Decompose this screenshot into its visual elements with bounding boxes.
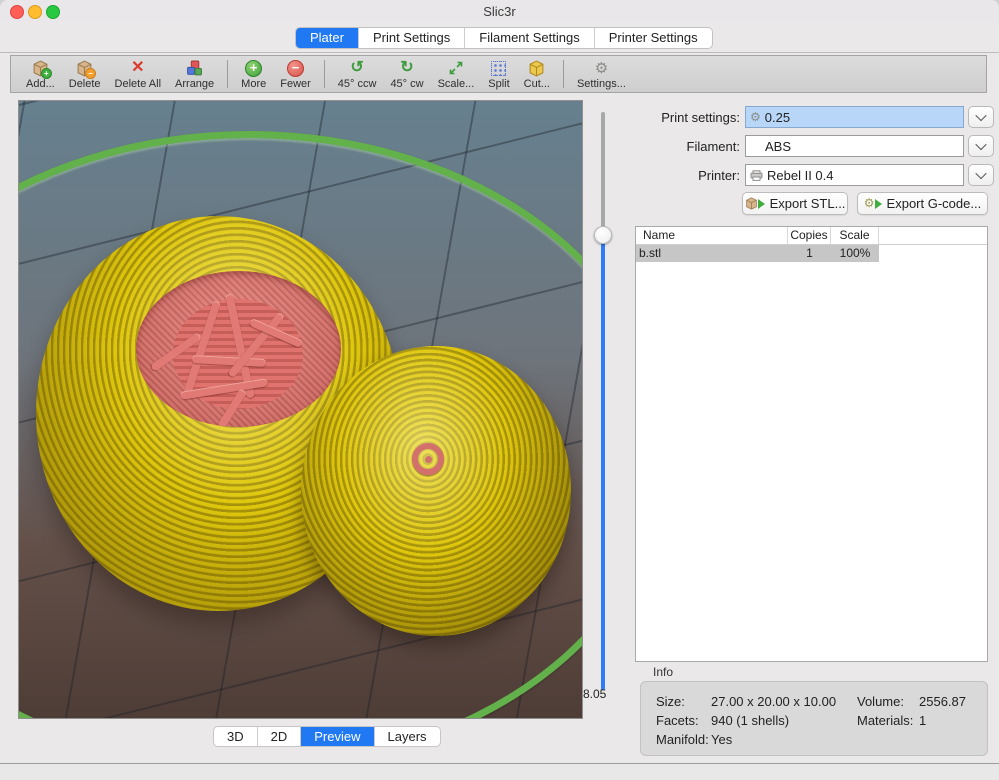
materials-label: Materials: <box>857 713 913 728</box>
rotate-ccw-button[interactable]: ↺ 45° ccw <box>338 59 377 90</box>
scale-button[interactable]: Scale... <box>438 59 475 90</box>
tab-plater[interactable]: Plater <box>296 28 359 48</box>
fewer-button[interactable]: − Fewer <box>280 59 311 90</box>
rotate-ccw-icon: ↺ <box>350 59 363 77</box>
split-dots-icon <box>491 59 506 77</box>
print-settings-combo[interactable]: ⚙ 0.25 <box>745 106 964 128</box>
layer-slider-track[interactable] <box>601 112 605 230</box>
layer-height-value: 8.05 <box>583 687 627 701</box>
delete-box-icon: − <box>76 59 93 77</box>
3d-viewport[interactable] <box>18 100 583 719</box>
layer-slider-fill[interactable] <box>601 242 605 690</box>
manifold-value: Yes <box>711 732 732 747</box>
chevron-down-icon <box>975 110 986 121</box>
export-gcode-button[interactable]: ⚙ Export G-code... <box>857 192 988 215</box>
arrange-button[interactable]: Arrange <box>175 59 214 90</box>
window-title: Slic3r <box>0 4 999 19</box>
plus-circle-icon: + <box>245 59 262 77</box>
delete-button[interactable]: − Delete <box>69 59 101 90</box>
volume-value: 2556.87 <box>919 694 966 709</box>
chevron-down-icon <box>975 139 986 150</box>
gear-icon: ⚙ <box>750 111 761 124</box>
toolbar-separator <box>563 60 564 88</box>
filament-combo[interactable]: ABS <box>745 135 964 157</box>
plus-badge-icon: + <box>41 68 52 79</box>
tab-printer-settings[interactable]: Printer Settings <box>595 28 712 48</box>
printer-label: Printer: <box>622 168 740 183</box>
small-dome-infill-dot <box>425 456 432 463</box>
facets-value: 940 (1 shells) <box>711 713 789 728</box>
size-value: 27.00 x 20.00 x 10.00 <box>711 694 836 709</box>
rotate-cw-button[interactable]: ↻ 45° cw <box>390 59 423 90</box>
delete-all-button[interactable]: ✕ Delete All <box>115 59 161 90</box>
info-section-title: Info <box>653 665 673 679</box>
column-name[interactable]: Name <box>636 227 788 244</box>
export-box-icon <box>745 197 765 210</box>
export-gear-icon: ⚙ <box>864 197 882 210</box>
infill-top-surface <box>136 271 341 427</box>
volume-label: Volume: <box>857 694 904 709</box>
toolbar: + Add... − Delete ✕ Delete All Arrang <box>10 55 987 93</box>
slic3r-window: Slic3r Plater Print Settings Filament Se… <box>0 0 999 780</box>
export-stl-button[interactable]: Export STL... <box>742 192 848 215</box>
view-mode-tabs: 3D 2D Preview Layers <box>213 726 441 747</box>
size-label: Size: <box>656 694 685 709</box>
toolbar-divider <box>0 52 999 53</box>
green-arrow-icon <box>875 199 882 209</box>
tab-filament-settings[interactable]: Filament Settings <box>465 28 594 48</box>
toolbar-separator <box>227 60 228 88</box>
column-scale[interactable]: Scale <box>831 227 879 244</box>
toolbar-separator <box>324 60 325 88</box>
split-button[interactable]: Split <box>488 59 509 90</box>
more-button[interactable]: + More <box>241 59 266 90</box>
add-box-icon: + <box>32 59 49 77</box>
object-list-header: Name Copies Scale <box>636 227 987 245</box>
printer-dropdown-button[interactable] <box>968 164 994 186</box>
window-bottom-strip <box>0 764 999 780</box>
tab-3d[interactable]: 3D <box>214 727 258 746</box>
settings-button[interactable]: ⚙ Settings... <box>577 59 626 90</box>
gear-icon: ⚙ <box>595 59 608 77</box>
add-button[interactable]: + Add... <box>26 59 55 90</box>
printer-value: Rebel II 0.4 <box>767 168 834 183</box>
print-settings-dropdown-button[interactable] <box>968 106 994 128</box>
print-settings-label: Print settings: <box>622 110 740 125</box>
tab-layers[interactable]: Layers <box>375 727 440 746</box>
facets-label: Facets: <box>656 713 699 728</box>
print-settings-value: 0.25 <box>765 110 790 125</box>
filament-label: Filament: <box>622 139 740 154</box>
red-x-icon: ✕ <box>131 59 144 77</box>
green-arrow-icon <box>758 199 765 209</box>
tab-preview[interactable]: Preview <box>301 727 374 746</box>
layer-slider-thumb[interactable] <box>594 226 612 244</box>
printer-combo[interactable]: Rebel II 0.4 <box>745 164 964 186</box>
column-copies[interactable]: Copies <box>788 227 831 244</box>
main-tab-bar: Plater Print Settings Filament Settings … <box>295 27 713 49</box>
minus-circle-icon: − <box>287 59 304 77</box>
info-box: Size: 27.00 x 20.00 x 10.00 Volume: 2556… <box>640 681 988 756</box>
title-bar[interactable]: Slic3r <box>0 0 999 22</box>
table-row[interactable]: b.stl 1 100% <box>636 245 879 262</box>
print-object-small-dome <box>301 346 571 636</box>
filament-dropdown-button[interactable] <box>968 135 994 157</box>
cut-button[interactable]: Cut... <box>524 59 550 90</box>
materials-value: 1 <box>919 713 926 728</box>
tab-print-settings[interactable]: Print Settings <box>359 28 465 48</box>
cut-box-icon <box>528 59 545 77</box>
rotate-cw-icon: ↻ <box>400 59 413 77</box>
printer-icon <box>750 170 763 181</box>
filament-value: ABS <box>765 139 791 154</box>
chevron-down-icon <box>975 168 986 179</box>
manifold-label: Manifold: <box>656 732 709 747</box>
arrange-cubes-icon <box>186 59 203 77</box>
object-list[interactable]: Name Copies Scale b.stl 1 100% <box>635 226 988 662</box>
scale-arrows-icon <box>448 59 464 77</box>
tab-2d[interactable]: 2D <box>258 727 302 746</box>
